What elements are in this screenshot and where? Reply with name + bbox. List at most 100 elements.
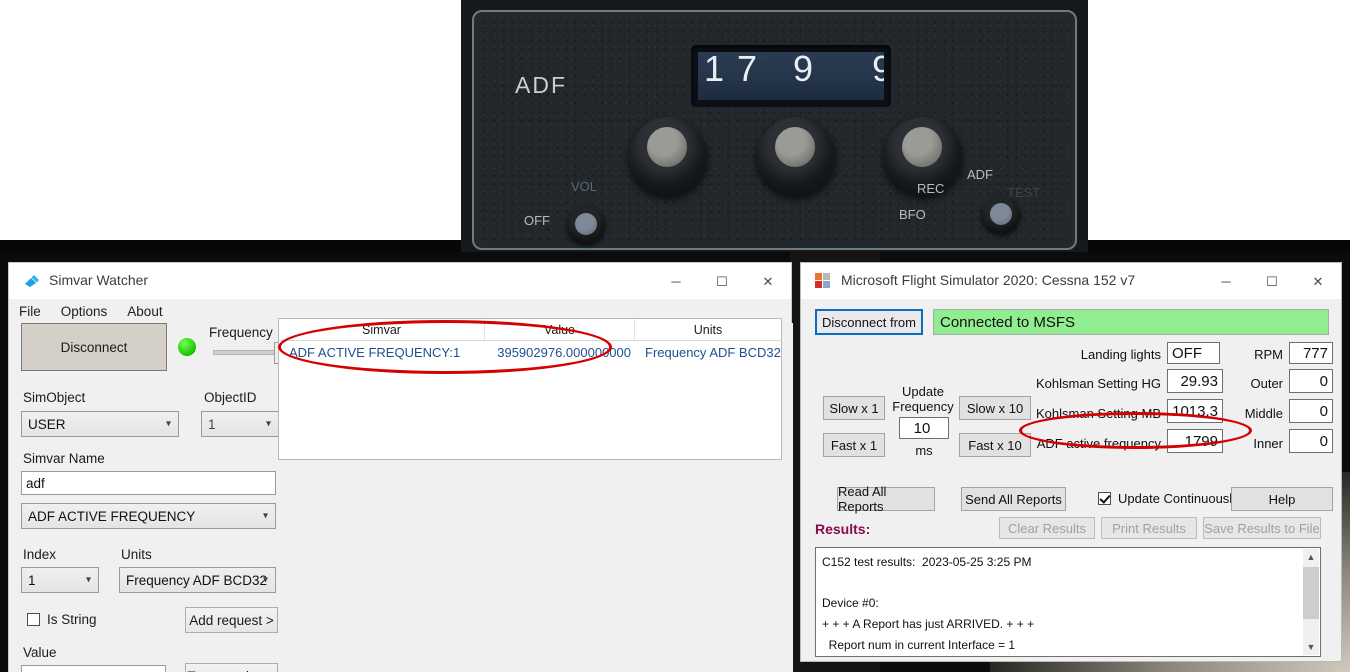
slow-x1-button[interactable]: Slow x 1 bbox=[823, 396, 885, 420]
msfs-body: Disconnect from Connected to MSFS Slow x… bbox=[801, 299, 1341, 661]
chevron-down-icon: ▾ bbox=[265, 418, 271, 430]
simvar-window-buttons: ─ ☐ ✕ bbox=[653, 263, 791, 299]
close-button[interactable]: ✕ bbox=[745, 263, 791, 299]
maximize-button[interactable]: ☐ bbox=[1249, 263, 1295, 299]
kohlsman-hg-value[interactable]: 29.93 bbox=[1167, 369, 1223, 393]
value-input[interactable] bbox=[21, 665, 166, 672]
adf-tuning-knob-2[interactable] bbox=[757, 117, 835, 195]
is-string-checkbox[interactable] bbox=[27, 613, 40, 626]
simvar-titlebar[interactable]: Simvar Watcher ─ ☐ ✕ bbox=[9, 263, 791, 299]
chevron-down-icon: ▾ bbox=[165, 418, 171, 430]
chevron-down-icon: ▾ bbox=[262, 574, 268, 586]
disconnect-button[interactable]: Disconnect bbox=[21, 323, 167, 371]
value-label: Value bbox=[23, 645, 57, 660]
adf-active-frequency-label: ADF active frequency bbox=[1036, 436, 1161, 451]
print-results-button[interactable]: Print Results bbox=[1101, 517, 1197, 539]
msfs-window-buttons: ─ ☐ ✕ bbox=[1203, 263, 1341, 299]
chevron-down-icon[interactable]: ▼ bbox=[1303, 639, 1319, 655]
outer-value[interactable]: 0 bbox=[1289, 369, 1333, 393]
grid-header-units[interactable]: Units bbox=[635, 319, 781, 340]
update-frequency-label: Update Frequency bbox=[892, 384, 954, 414]
adf-volume-knob[interactable] bbox=[567, 205, 605, 243]
kohlsman-mb-value[interactable]: 1013.3 bbox=[1167, 399, 1223, 423]
minimize-button[interactable]: ─ bbox=[653, 263, 699, 299]
chevron-down-icon: ▾ bbox=[262, 510, 268, 522]
simvar-name-input[interactable]: adf bbox=[21, 471, 276, 495]
adf-tuning-knob-1[interactable] bbox=[629, 117, 707, 195]
add-request-button[interactable]: Add request > bbox=[185, 607, 278, 633]
cell-simvar: ADF ACTIVE FREQUENCY:1 bbox=[289, 344, 461, 360]
radio-face: ADF 17 9 9 VOL OFF REC ADF B bbox=[479, 17, 1070, 243]
simvar-title-text: Simvar Watcher bbox=[49, 272, 149, 288]
simvar-select-value: ADF ACTIVE FREQUENCY bbox=[28, 508, 196, 524]
simobject-combo[interactable]: USER ▾ bbox=[21, 411, 179, 437]
menu-about[interactable]: About bbox=[127, 304, 162, 319]
msfs-window: Microsoft Flight Simulator 2020: Cessna … bbox=[800, 262, 1342, 662]
adf-off-label: OFF bbox=[524, 213, 550, 228]
rpm-value[interactable]: 777 bbox=[1289, 342, 1333, 364]
msfs-title-text: Microsoft Flight Simulator 2020: Cessna … bbox=[841, 272, 1136, 288]
try-set-value-button[interactable]: Try set value > bbox=[185, 663, 278, 672]
kohlsman-mb-label: Kohlsman Setting MB bbox=[1035, 406, 1161, 421]
scrollbar-thumb[interactable] bbox=[1303, 567, 1319, 619]
adf-frequency-window: 17 9 9 bbox=[691, 45, 891, 107]
landing-lights-label: Landing lights bbox=[1080, 347, 1161, 362]
inner-value[interactable]: 0 bbox=[1289, 429, 1333, 453]
top-image-band: ADF 17 9 9 VOL OFF REC ADF B bbox=[0, 0, 1350, 258]
adf-mode-knob[interactable] bbox=[982, 195, 1020, 233]
fast-x1-button[interactable]: Fast x 1 bbox=[823, 433, 885, 457]
menu-options[interactable]: Options bbox=[61, 304, 108, 319]
middle-value[interactable]: 0 bbox=[1289, 399, 1333, 423]
update-frequency-input[interactable]: 10 bbox=[899, 417, 949, 439]
units-combo[interactable]: Frequency ADF BCD32 ▾ bbox=[119, 567, 276, 593]
cell-units: Frequency ADF BCD32 bbox=[645, 344, 781, 360]
simvar-select-combo[interactable]: ADF ACTIVE FREQUENCY ▾ bbox=[21, 503, 276, 529]
simvar-name-label: Simvar Name bbox=[23, 451, 105, 466]
minimize-button[interactable]: ─ bbox=[1203, 263, 1249, 299]
is-string-label: Is String bbox=[47, 612, 97, 627]
read-all-reports-button[interactable]: Read All Reports bbox=[837, 484, 935, 514]
frequency-label: Frequency bbox=[209, 325, 273, 340]
send-all-reports-button[interactable]: Send All Reports bbox=[961, 487, 1066, 511]
grid-header-value[interactable]: Value bbox=[485, 319, 635, 340]
inner-label: Inner bbox=[1253, 436, 1283, 451]
results-scrollbar[interactable]: ▲ ▼ bbox=[1303, 549, 1319, 655]
update-continuously-row[interactable]: Update Continuously bbox=[1098, 491, 1239, 506]
maximize-button[interactable]: ☐ bbox=[699, 263, 745, 299]
clear-results-button[interactable]: Clear Results bbox=[999, 517, 1095, 539]
simvar-grid[interactable]: Simvar Value Units ADF ACTIVE FREQUENCY:… bbox=[278, 318, 782, 460]
landing-lights-value[interactable]: OFF bbox=[1167, 342, 1220, 364]
table-row[interactable]: ADF ACTIVE FREQUENCY:1 395902976.0000000… bbox=[279, 341, 781, 363]
index-combo[interactable]: 1 ▾ bbox=[21, 567, 99, 593]
adf-radio-panel-image: ADF 17 9 9 VOL OFF REC ADF B bbox=[461, 0, 1088, 252]
plug-icon bbox=[23, 273, 41, 289]
chevron-up-icon[interactable]: ▲ bbox=[1303, 549, 1319, 565]
app-window-icon bbox=[815, 273, 831, 289]
adf-vol-label: VOL bbox=[571, 179, 598, 194]
adf-active-frequency-value[interactable]: 1799 bbox=[1167, 429, 1223, 453]
help-button[interactable]: Help bbox=[1231, 487, 1333, 511]
adf-frequency-digits: 17 9 9 bbox=[704, 52, 884, 89]
disconnect-from-button[interactable]: Disconnect from bbox=[815, 309, 923, 335]
menu-file[interactable]: File bbox=[19, 304, 41, 319]
save-results-button[interactable]: Save Results to File bbox=[1203, 517, 1321, 539]
outer-label: Outer bbox=[1250, 376, 1283, 391]
update-continuously-checkbox[interactable] bbox=[1098, 492, 1111, 505]
index-value: 1 bbox=[28, 572, 36, 588]
close-button[interactable]: ✕ bbox=[1295, 263, 1341, 299]
msfs-titlebar[interactable]: Microsoft Flight Simulator 2020: Cessna … bbox=[801, 263, 1341, 299]
simobject-label: SimObject bbox=[23, 390, 86, 405]
results-label: Results: bbox=[815, 521, 871, 537]
adf-panel-label: ADF bbox=[515, 72, 567, 98]
update-continuously-label: Update Continuously bbox=[1118, 491, 1239, 506]
objectid-combo[interactable]: 1 ▾ bbox=[201, 411, 279, 437]
frequency-slider[interactable] bbox=[213, 342, 286, 364]
adf-mode-label: ADF bbox=[967, 167, 993, 182]
results-textarea[interactable]: C152 test results: 2023-05-25 3:25 PM De… bbox=[815, 547, 1321, 657]
is-string-checkbox-row[interactable]: Is String bbox=[27, 612, 97, 627]
units-value: Frequency ADF BCD32 bbox=[126, 572, 268, 588]
screenshot-root: ADF 17 9 9 VOL OFF REC ADF B bbox=[0, 0, 1350, 672]
grid-header-simvar[interactable]: Simvar bbox=[279, 319, 485, 340]
simobject-value: USER bbox=[28, 416, 66, 432]
adf-test-label: TEST bbox=[1007, 185, 1041, 200]
